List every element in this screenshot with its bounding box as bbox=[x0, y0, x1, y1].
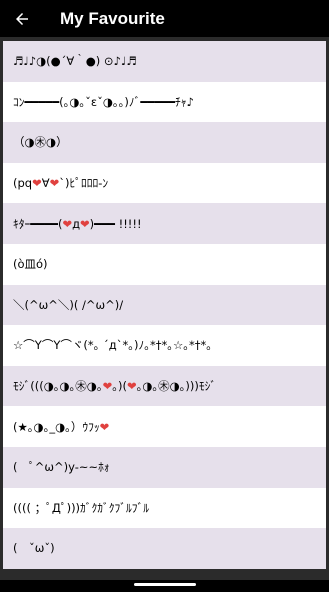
heart-icon: ❤ bbox=[102, 379, 113, 394]
page-title: My Favourite bbox=[60, 8, 165, 28]
heart-icon: ❤ bbox=[80, 216, 90, 231]
favourite-item-6[interactable]: (ò皿ó) bbox=[3, 243, 326, 285]
favourite-item-4[interactable]: (pq ❤ ∀ ❤ `)ﾋﾟﾛﾛﾛ-ﾝ bbox=[3, 162, 326, 204]
favourite-item-1[interactable]: ♬♩♪◑(●´∀｀●) ⊙♪♩♬ bbox=[3, 41, 326, 82]
heart-icon: ❤ bbox=[32, 176, 42, 191]
favourite-item-3[interactable]: （◑㊍◑） bbox=[3, 122, 326, 163]
favourite-item-8[interactable]: ☆⌒Y⌒Y⌒ヾ(*｡ ´д`*｡)ﾉ｡*†*｡☆｡*†*｡ bbox=[3, 325, 326, 366]
favourite-item-12[interactable]: (((( ；ﾟДﾟ)))ｶﾞｸｶﾞｸﾌﾞﾙﾌﾞﾙ bbox=[3, 487, 326, 529]
favourite-item-9[interactable]: ﾓｼﾞ(((◑｡◑｡㊍◑｡ ❤ ｡)(❤ ｡◑｡㊍◑｡)))ﾓｼﾞ bbox=[3, 365, 326, 407]
favourite-item-13[interactable]: ( ˇωˇ) bbox=[3, 528, 326, 569]
favourite-item-7[interactable]: ＼(^ω^＼)( /^ω^)/ bbox=[3, 284, 326, 326]
favourite-item-11[interactable]: ( ﾟ^ω^)y-~~ﾎｫ bbox=[3, 446, 326, 488]
favourite-item-10[interactable]: (★｡◑｡_◑｡）ｳﾌｯ ❤ bbox=[3, 406, 326, 447]
app-bar: My Favourite bbox=[0, 0, 329, 37]
heart-icon: ❤ bbox=[126, 379, 137, 394]
favourites-list[interactable]: ♬♩♪◑(●´∀｀●) ⊙♪♩♬ ｺﾝ━━━━━(｡◑｡ˇεˇ◑｡｡)ﾉﾞ━━━… bbox=[0, 37, 329, 580]
heart-icon: ❤ bbox=[62, 216, 73, 231]
heart-icon: ❤ bbox=[49, 176, 60, 191]
favourite-item-2[interactable]: ｺﾝ━━━━━(｡◑｡ˇεˇ◑｡｡)ﾉﾞ━━━━━ﾁｬ♪ bbox=[3, 81, 326, 123]
favourite-item-5[interactable]: ｷﾀｰ━━━━(❤ д ❤)━━━ !!!!! bbox=[3, 203, 326, 244]
back-button[interactable] bbox=[0, 0, 44, 37]
system-navigation-bar bbox=[0, 580, 329, 592]
home-gesture-handle[interactable] bbox=[134, 583, 196, 586]
heart-icon: ❤ bbox=[99, 419, 110, 434]
arrow-left-icon bbox=[16, 12, 28, 25]
